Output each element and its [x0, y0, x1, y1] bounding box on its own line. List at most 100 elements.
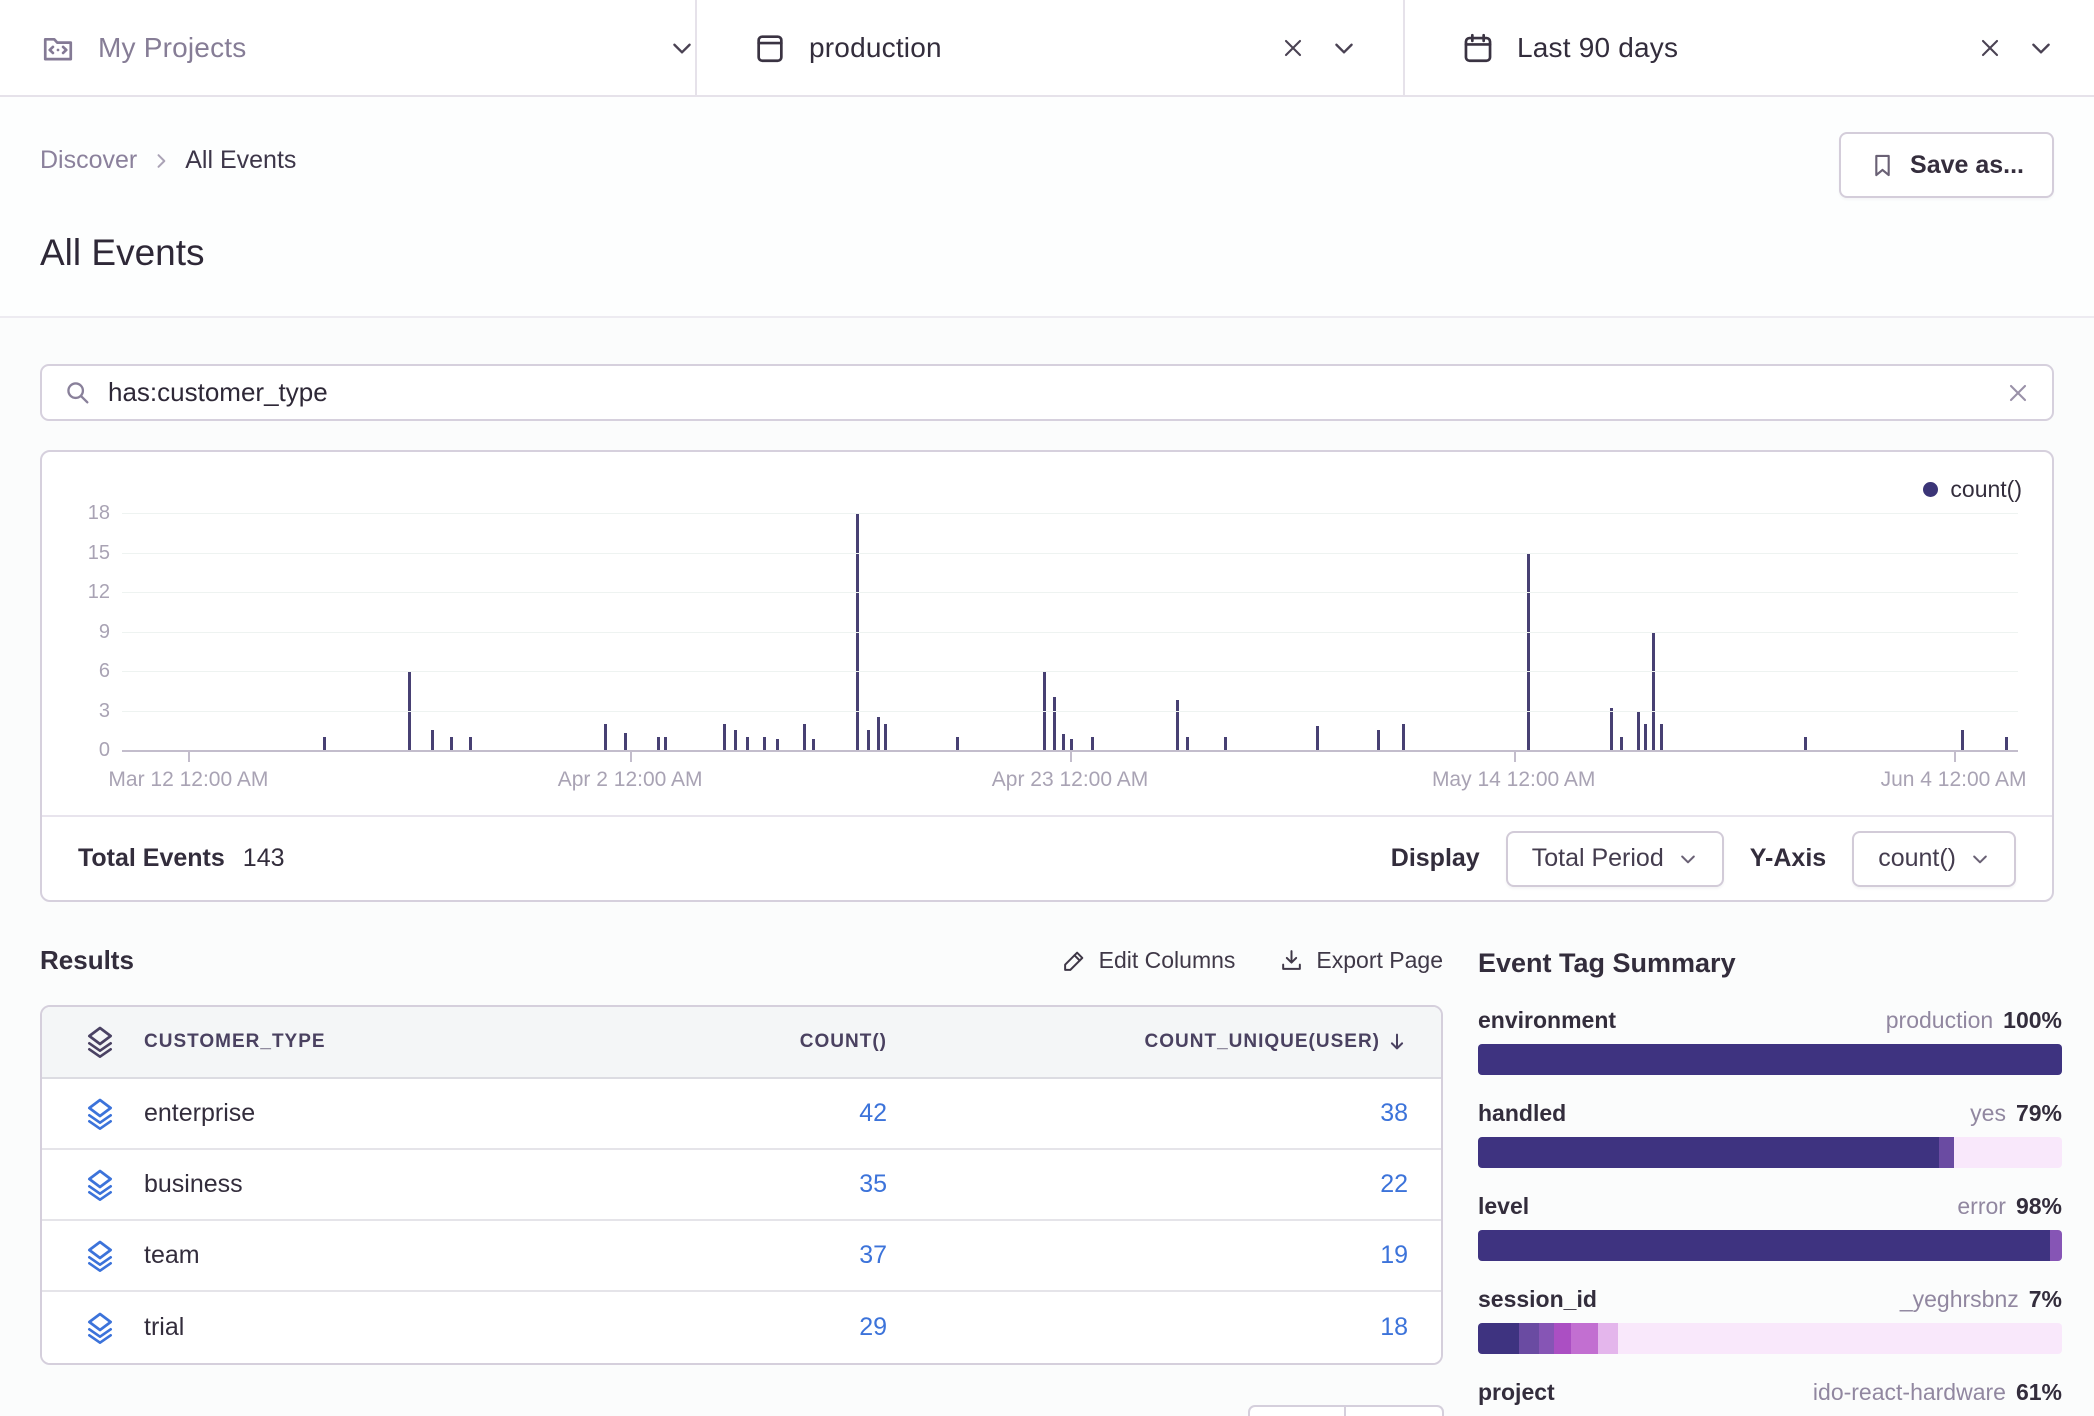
chart-bar[interactable]: [323, 737, 326, 750]
chevron-down-icon[interactable]: [669, 35, 695, 61]
tag-distribution-bar[interactable]: [1478, 1137, 2062, 1168]
projects-folder-icon: [40, 30, 76, 66]
tag-bar-segment[interactable]: [1554, 1323, 1572, 1354]
chart-bar[interactable]: [1091, 737, 1094, 750]
chart-bar[interactable]: [1053, 697, 1056, 750]
stack-icon: [42, 1026, 144, 1058]
tag-bar-segment[interactable]: [1478, 1230, 2050, 1261]
customer-type-value: business: [144, 1170, 547, 1199]
tag-bar-segment[interactable]: [1939, 1137, 1954, 1168]
chart-bar[interactable]: [1377, 730, 1380, 750]
chart-bar[interactable]: [1610, 708, 1613, 750]
save-as-button[interactable]: Save as...: [1839, 132, 2054, 198]
y-axis-label: 12: [54, 581, 110, 604]
tag-bar-segment[interactable]: [1478, 1044, 2062, 1075]
chart-bar[interactable]: [1660, 724, 1663, 750]
table-row: team3719: [42, 1221, 1441, 1292]
breadcrumb-discover-link[interactable]: Discover: [40, 146, 137, 175]
chart-bar[interactable]: [1644, 724, 1647, 750]
chart-bar[interactable]: [763, 737, 766, 750]
tag-bar-segment[interactable]: [2050, 1230, 2062, 1261]
chart-bar[interactable]: [1224, 737, 1227, 750]
tag-top-value: ido-react-hardware: [1813, 1379, 2006, 1406]
chart-bar[interactable]: [1804, 737, 1807, 750]
chart-bar[interactable]: [450, 737, 453, 750]
tag-bar-segment[interactable]: [1478, 1137, 1939, 1168]
tag-distribution-bar[interactable]: [1478, 1044, 2062, 1075]
count-unique-value-link[interactable]: 19: [887, 1241, 1408, 1270]
search-input[interactable]: [108, 377, 2006, 408]
count-value-link[interactable]: 35: [547, 1170, 887, 1199]
clear-filter-icon[interactable]: [1281, 36, 1305, 60]
yaxis-dropdown[interactable]: count(): [1852, 831, 2016, 887]
tag-bar-segment[interactable]: [1539, 1323, 1554, 1354]
chart-bar[interactable]: [1527, 553, 1530, 751]
chart-bar[interactable]: [776, 739, 779, 750]
table-row: trial2918: [42, 1292, 1441, 1363]
environment-selector[interactable]: production: [695, 0, 1403, 95]
chart-bar[interactable]: [1961, 730, 1964, 750]
column-count[interactable]: COUNT(): [547, 1031, 887, 1053]
tag-bar-segment[interactable]: [1598, 1323, 1618, 1354]
chart-bar[interactable]: [657, 737, 660, 750]
chart-bar[interactable]: [469, 737, 472, 750]
yaxis-dropdown-value: count(): [1878, 844, 1956, 873]
save-as-label: Save as...: [1910, 151, 2024, 180]
tag-bar-segment[interactable]: [1571, 1323, 1597, 1354]
count-value-link[interactable]: 37: [547, 1241, 887, 1270]
chart-bar[interactable]: [803, 724, 806, 750]
export-page-button[interactable]: Export Page: [1279, 947, 1443, 974]
chart-bar[interactable]: [664, 737, 667, 750]
chart-bar[interactable]: [1652, 632, 1655, 751]
chart-bar[interactable]: [1620, 737, 1623, 750]
tag-bar-segment[interactable]: [1478, 1323, 1519, 1354]
gridline: [122, 592, 2018, 593]
chart-bar[interactable]: [734, 730, 737, 750]
count-value-link[interactable]: 42: [547, 1099, 887, 1128]
count-value-link[interactable]: 29: [547, 1313, 887, 1342]
chevron-right-icon: [151, 151, 171, 171]
tag-group: session_id_yeghrsbnz7%: [1478, 1286, 2062, 1354]
chart-bar[interactable]: [746, 737, 749, 750]
chart-bar[interactable]: [431, 730, 434, 750]
chart-bar[interactable]: [867, 730, 870, 750]
chart-bar[interactable]: [1176, 700, 1179, 750]
chevron-down-icon[interactable]: [1331, 35, 1357, 61]
clear-filter-icon[interactable]: [1978, 36, 2002, 60]
chart-bar[interactable]: [1637, 711, 1640, 751]
column-customer-type[interactable]: CUSTOMER_TYPE: [144, 1031, 547, 1053]
chevron-down-icon[interactable]: [2028, 35, 2054, 61]
chart-bar[interactable]: [624, 733, 627, 750]
chart-bar[interactable]: [1070, 739, 1073, 750]
tag-distribution-bar[interactable]: [1478, 1230, 2062, 1261]
next-page-button[interactable]: [1346, 1405, 1444, 1416]
project-selector[interactable]: My Projects: [0, 0, 695, 95]
clear-search-icon[interactable]: [2006, 381, 2030, 405]
count-unique-value-link[interactable]: 38: [887, 1099, 1408, 1128]
tag-bar-segment[interactable]: [1519, 1323, 1539, 1354]
chart-bar[interactable]: [956, 737, 959, 750]
chart-bar[interactable]: [1062, 734, 1065, 750]
display-dropdown[interactable]: Total Period: [1506, 831, 1724, 887]
table-row: enterprise4238: [42, 1079, 1441, 1150]
chart-bar[interactable]: [812, 739, 815, 750]
chart-bar[interactable]: [1402, 724, 1405, 750]
tag-bar-segment[interactable]: [1618, 1323, 2062, 1354]
count-unique-value-link[interactable]: 18: [887, 1313, 1408, 1342]
results-table-body: enterprise4238 business3522 team3719trial2…: [42, 1079, 1441, 1363]
count-unique-value-link[interactable]: 22: [887, 1170, 1408, 1199]
chart-bar[interactable]: [2005, 737, 2008, 750]
results-section: Results Edit Columns Export Page: [40, 935, 1443, 1365]
tag-distribution-bar[interactable]: [1478, 1323, 2062, 1354]
chart-bar[interactable]: [723, 724, 726, 750]
tag-bar-segment[interactable]: [1954, 1137, 2062, 1168]
column-count-unique[interactable]: COUNT_UNIQUE(USER): [887, 1031, 1408, 1053]
chart-bar[interactable]: [877, 717, 880, 750]
previous-page-button[interactable]: [1248, 1405, 1346, 1416]
chart-bar[interactable]: [1186, 737, 1189, 750]
chart-bar[interactable]: [604, 724, 607, 750]
date-range-selector[interactable]: Last 90 days: [1403, 0, 2094, 95]
chart-bar[interactable]: [1316, 726, 1319, 750]
chart-bar[interactable]: [884, 724, 887, 750]
edit-columns-button[interactable]: Edit Columns: [1062, 947, 1236, 974]
